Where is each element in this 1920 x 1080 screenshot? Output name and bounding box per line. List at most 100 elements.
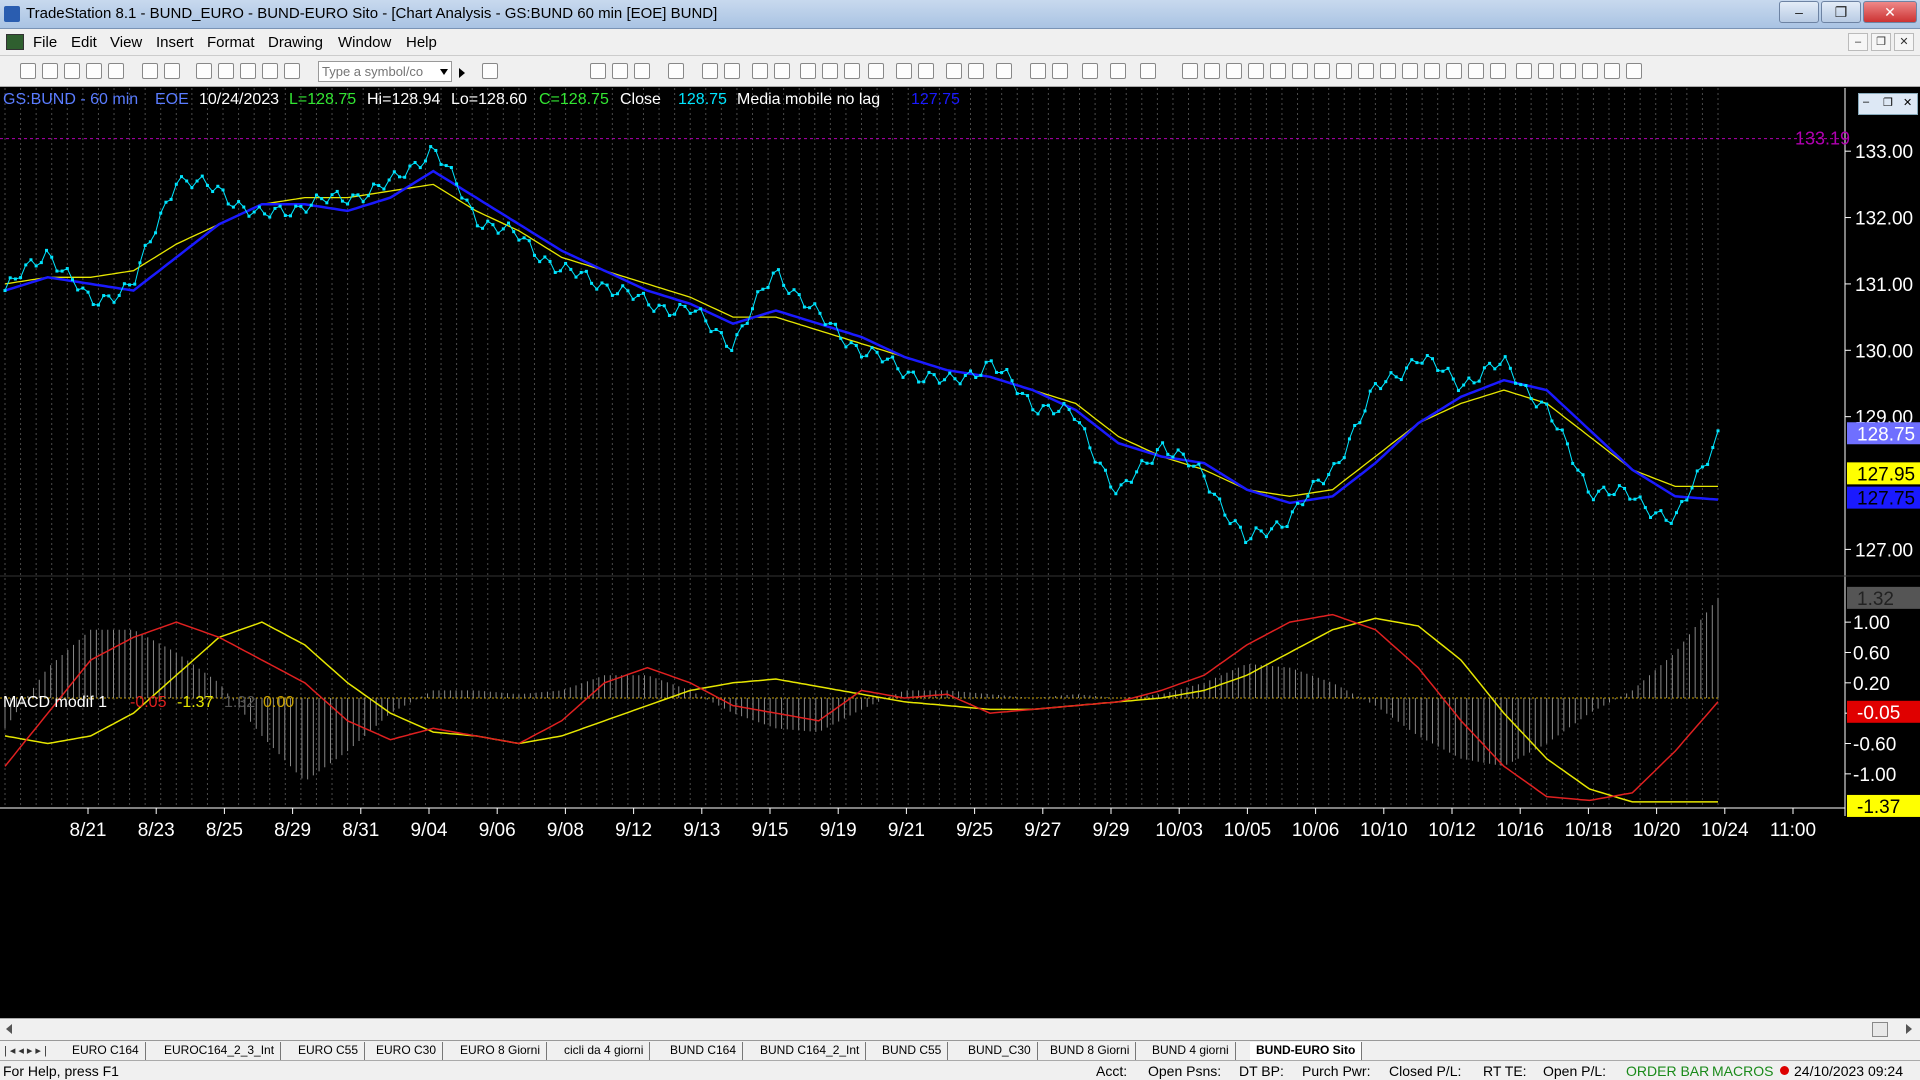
new-window-icon[interactable] xyxy=(86,63,102,79)
sheet-tab-euro-c164[interactable]: EURO C164 xyxy=(66,1042,146,1060)
andrews-pitchfork-icon[interactable] xyxy=(1336,63,1352,79)
point-figure-icon[interactable] xyxy=(844,63,860,79)
chart-analysis-window[interactable]: 133.00 132.00 131.00 130.00 129.00 127.00 1.00… xyxy=(0,88,1920,1020)
text-box-icon[interactable] xyxy=(1140,63,1156,79)
chart-style-icon[interactable] xyxy=(752,63,768,79)
format-data-icon[interactable] xyxy=(612,63,628,79)
mdi-close-button[interactable]: ✕ xyxy=(1894,33,1914,51)
open-folder-icon[interactable] xyxy=(42,63,58,79)
radarscreen-icon[interactable] xyxy=(218,63,234,79)
lock-icon[interactable] xyxy=(240,63,256,79)
save-icon[interactable] xyxy=(108,63,124,79)
insert-indicator-icon[interactable] xyxy=(668,63,684,79)
insert-strategy-icon[interactable] xyxy=(702,63,718,79)
mdi-restore-button[interactable]: ❐ xyxy=(1871,33,1891,51)
new-file-icon[interactable] xyxy=(20,63,36,79)
tab-nav-arrows-icon[interactable]: |◂◂▸▸| xyxy=(4,1044,50,1057)
menu-edit[interactable]: Edit xyxy=(71,34,97,51)
rectangle-icon[interactable] xyxy=(1604,63,1620,79)
sheet-tab-bund-c164-2-int[interactable]: BUND C164_2_Int xyxy=(754,1042,867,1060)
chart-window-tool-icon[interactable] xyxy=(196,63,212,79)
cycle-icon[interactable] xyxy=(1468,63,1484,79)
fan-icon[interactable] xyxy=(1292,63,1308,79)
sheet-tab-bund-euro-sito[interactable]: BUND-EURO Sito xyxy=(1250,1042,1363,1060)
sheet-tab-euroc164-2-3-int[interactable]: EUROC164_2_3_Int xyxy=(158,1042,282,1060)
menu-drawing[interactable]: Drawing xyxy=(268,34,323,51)
speed-lines-icon[interactable] xyxy=(1446,63,1462,79)
ellipse-icon[interactable] xyxy=(1582,63,1598,79)
sheet-tab-cicli-da-4-giorni[interactable]: cicli da 4 giorni xyxy=(558,1042,651,1060)
minimize-button[interactable]: – xyxy=(1779,1,1819,23)
price-tick-label: 133.00 xyxy=(1855,142,1913,163)
gann-fan-icon[interactable] xyxy=(1358,63,1374,79)
bar-chart-icon[interactable] xyxy=(800,63,816,79)
regression-icon[interactable] xyxy=(1380,63,1396,79)
menu-help[interactable]: Help xyxy=(406,34,437,51)
sheet-tab-bund-c30[interactable]: BUND_C30 xyxy=(962,1042,1038,1060)
tool-icon[interactable] xyxy=(1082,63,1098,79)
curve-icon[interactable] xyxy=(1516,63,1532,79)
menu-window[interactable]: Window xyxy=(338,34,391,51)
table-icon[interactable] xyxy=(634,63,650,79)
sheet-tab-euro-c55[interactable]: EURO C55 xyxy=(292,1042,366,1060)
sheet-tab-bund-4-giorni[interactable]: BUND 4 giorni xyxy=(1146,1042,1236,1060)
sheet-tab-bund-c164[interactable]: BUND C164 xyxy=(664,1042,744,1060)
symbol-dropdown-icon[interactable] xyxy=(440,69,448,75)
sheet-tab-euro-c30[interactable]: EURO C30 xyxy=(370,1042,444,1060)
menu-insert[interactable]: Insert xyxy=(156,34,194,51)
scroll-right-icon[interactable] xyxy=(1906,1024,1912,1034)
symbol-input[interactable] xyxy=(318,61,452,82)
scroll-left-icon[interactable] xyxy=(6,1024,12,1034)
format-bars-icon[interactable] xyxy=(590,63,606,79)
vertical-lines-icon[interactable] xyxy=(1204,63,1220,79)
expand-icon[interactable] xyxy=(946,63,962,79)
horizontal-scrollbar[interactable] xyxy=(0,1018,1920,1040)
matrix-icon[interactable] xyxy=(868,63,884,79)
parallel-lines-icon[interactable] xyxy=(1424,63,1440,79)
hand-icon[interactable] xyxy=(996,63,1012,79)
pointer-icon[interactable] xyxy=(1030,63,1046,79)
line-chart-icon[interactable] xyxy=(822,63,838,79)
open-workspace-icon[interactable] xyxy=(64,63,80,79)
pencil-icon[interactable] xyxy=(1490,63,1506,79)
subwindow-close-button[interactable]: ✕ xyxy=(1903,96,1912,109)
sheet-tab-bund-8-giorni[interactable]: BUND 8 Giorni xyxy=(1044,1042,1137,1060)
zoom-out-icon[interactable] xyxy=(918,63,934,79)
go-arrow-icon[interactable] xyxy=(459,68,465,78)
data-window-icon[interactable] xyxy=(1110,63,1126,79)
strategy-icon[interactable] xyxy=(262,63,278,79)
order-bar-button[interactable]: ORDER BAR xyxy=(1626,1063,1709,1079)
chart-canvas[interactable]: 133.00132.00131.00130.00129.00127.001.00… xyxy=(0,88,1920,1020)
mdi-minimize-button[interactable]: – xyxy=(1848,33,1868,51)
close-button[interactable]: ✕ xyxy=(1863,1,1917,23)
channel-icon[interactable] xyxy=(1402,63,1418,79)
compress-icon[interactable] xyxy=(968,63,984,79)
insert-study-icon[interactable] xyxy=(724,63,740,79)
macros-button[interactable]: MACROS xyxy=(1712,1063,1773,1079)
candle-icon[interactable] xyxy=(774,63,790,79)
horizontal-lines-icon[interactable] xyxy=(1226,63,1242,79)
abc-text-icon[interactable] xyxy=(1626,63,1642,79)
down-arrow-icon[interactable] xyxy=(1538,63,1554,79)
print-icon[interactable] xyxy=(164,63,180,79)
arc-icon[interactable] xyxy=(1270,63,1286,79)
trendline-icon[interactable] xyxy=(1182,63,1198,79)
subwindow-restore-button[interactable]: ❐ xyxy=(1883,96,1893,109)
sheet-tab-euro-8-giorni[interactable]: EURO 8 Giorni xyxy=(454,1042,548,1060)
menu-view[interactable]: View xyxy=(110,34,142,51)
zoom-in-icon[interactable] xyxy=(896,63,912,79)
scroll-thumb[interactable] xyxy=(1872,1022,1888,1037)
symbol-lookup-icon[interactable] xyxy=(482,63,498,79)
zigzag-icon[interactable] xyxy=(1314,63,1330,79)
chart-window-icon[interactable] xyxy=(6,34,24,50)
maximize-button[interactable]: ❐ xyxy=(1821,1,1861,23)
menu-format[interactable]: Format xyxy=(207,34,255,51)
crosshair-icon[interactable] xyxy=(1052,63,1068,79)
print-preview-icon[interactable] xyxy=(142,63,158,79)
globe-icon[interactable] xyxy=(284,63,300,79)
menu-file[interactable]: File xyxy=(33,34,57,51)
subwindow-minimize-button[interactable]: – xyxy=(1863,96,1869,108)
up-arrow-icon[interactable] xyxy=(1560,63,1576,79)
sheet-tab-bund-c55[interactable]: BUND C55 xyxy=(876,1042,949,1060)
fibonacci-icon[interactable] xyxy=(1248,63,1264,79)
